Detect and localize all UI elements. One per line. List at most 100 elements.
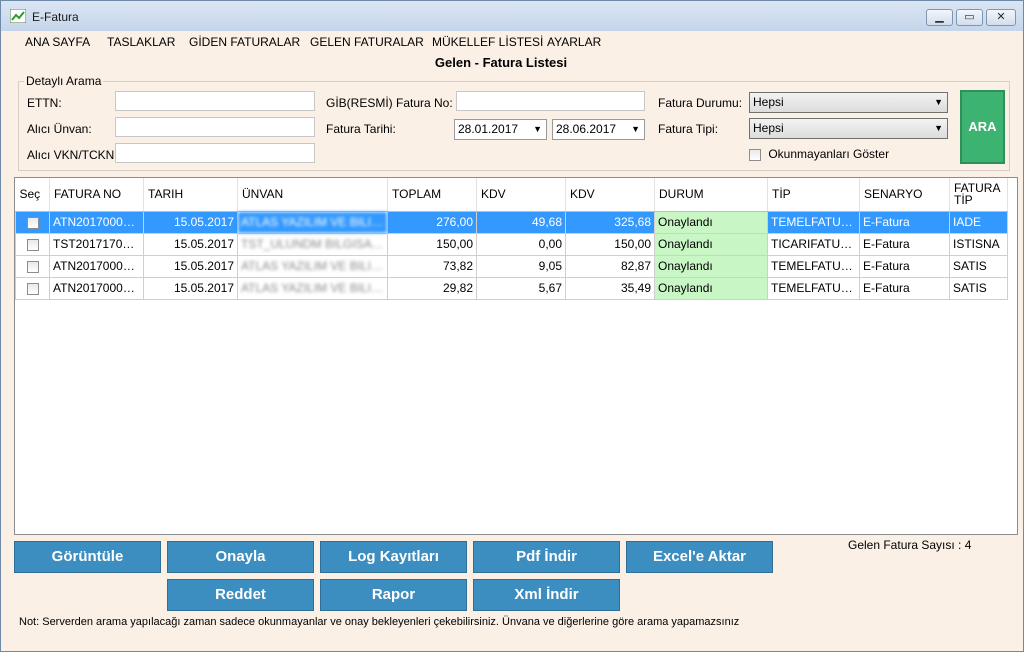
cell-senaryo: E-Fatura: [859, 254, 950, 278]
cell-toplam: 276,00: [387, 210, 477, 234]
date-to-picker[interactable]: 28.06.2017 ▼: [552, 119, 645, 140]
col-header-unvan[interactable]: ÜNVAN: [237, 178, 388, 212]
cell-kdv-total: 150,00: [565, 232, 655, 256]
alici-vkn-label: Alıcı VKN/TCKN:: [27, 148, 118, 162]
cell-toplam: 150,00: [387, 232, 477, 256]
alici-unvan-label: Alıcı Ünvan:: [27, 122, 92, 136]
fatura-tipi-select[interactable]: Hepsi ▼: [749, 118, 948, 139]
table-row[interactable]: ATN201700000... 15.05.2017 ATLAS YAZILIM…: [15, 276, 1008, 300]
menu-ayarlar[interactable]: AYARLAR: [547, 35, 601, 49]
row-checkbox[interactable]: [26, 282, 39, 295]
reddet-button[interactable]: Reddet: [167, 579, 314, 611]
restore-button[interactable]: ▭: [956, 9, 983, 26]
chevron-down-icon: ▼: [934, 123, 943, 133]
row-select-cell[interactable]: [15, 232, 50, 256]
xml-indir-button[interactable]: Xml İndir: [473, 579, 620, 611]
log-kayitlari-button[interactable]: Log Kayıtları: [320, 541, 467, 573]
fatura-durumu-value: Hepsi: [753, 95, 784, 109]
cell-durum: Onaylandı: [654, 232, 768, 256]
cell-unvan: ATLAS YAZILIM VE BILISIM: [237, 210, 388, 234]
cell-tip: TEMELFATURA: [767, 254, 860, 278]
col-header-senaryo[interactable]: SENARYO: [859, 178, 950, 212]
gib-fatura-no-label: GİB(RESMİ) Fatura No:: [326, 96, 453, 110]
fatura-durumu-select[interactable]: Hepsi ▼: [749, 92, 948, 113]
cell-senaryo: E-Fatura: [859, 210, 950, 234]
cell-senaryo: E-Fatura: [859, 276, 950, 300]
menu-gelen-faturalar[interactable]: GELEN FATURALAR: [310, 35, 424, 49]
cell-fatura-no: ATN201700000...: [49, 210, 144, 234]
col-header-kdv[interactable]: KDV: [476, 178, 566, 212]
cell-kdv-total: 82,87: [565, 254, 655, 278]
date-to-value: 28.06.2017: [556, 122, 617, 136]
row-select-cell[interactable]: [15, 210, 50, 234]
cell-tip: TEMELFATURA: [767, 210, 860, 234]
cell-kdv: 9,05: [476, 254, 566, 278]
col-header-sec[interactable]: Seç: [15, 178, 50, 212]
unread-only-checkbox-row[interactable]: Okunmayanları Göster: [749, 147, 889, 161]
pdf-indir-button[interactable]: Pdf İndir: [473, 541, 620, 573]
col-header-kdv-total[interactable]: KDV: [565, 178, 655, 212]
gib-fatura-no-input[interactable]: [456, 91, 645, 111]
cell-fatura-tip: SATIS: [949, 276, 1008, 300]
row-select-cell[interactable]: [15, 276, 50, 300]
alici-vkn-input[interactable]: [115, 143, 315, 163]
page-title: Gelen - Fatura Listesi: [434, 55, 568, 70]
col-header-toplam[interactable]: TOPLAM: [387, 178, 477, 212]
onayla-button[interactable]: Onayla: [167, 541, 314, 573]
fatura-tipi-label: Fatura Tipi:: [658, 122, 719, 136]
fatura-tarihi-label: Fatura Tarihi:: [326, 122, 396, 136]
close-button[interactable]: ✕: [986, 9, 1016, 26]
row-select-cell[interactable]: [15, 254, 50, 278]
col-header-fatura-no[interactable]: FATURA NO: [49, 178, 144, 212]
rapor-button[interactable]: Rapor: [320, 579, 467, 611]
alici-unvan-input[interactable]: [115, 117, 315, 137]
table-row[interactable]: ATN201700000... 15.05.2017 ATLAS YAZILIM…: [15, 254, 1008, 278]
row-checkbox[interactable]: [26, 260, 39, 273]
menu-giden-faturalar[interactable]: GİDEN FATURALAR: [189, 35, 300, 49]
cell-tip: TEMELFATURA: [767, 276, 860, 300]
cell-kdv-total: 325,68: [565, 210, 655, 234]
col-header-durum[interactable]: DURUM: [654, 178, 768, 212]
cell-unvan: ATLAS YAZILIM VE BILISIM: [237, 276, 388, 300]
fatura-durumu-label: Fatura Durumu:: [658, 96, 743, 110]
search-button[interactable]: ARA: [960, 90, 1005, 164]
excel-aktar-button[interactable]: Excel'e Aktar: [626, 541, 773, 573]
unread-only-checkbox[interactable]: [749, 148, 761, 161]
cell-durum: Onaylandı: [654, 210, 768, 234]
fatura-tipi-value: Hepsi: [753, 121, 784, 135]
menu-bar: ANA SAYFA TASLAKLAR GİDEN FATURALAR GELE…: [1, 31, 1023, 53]
table-row[interactable]: ATN201700000... 15.05.2017 ATLAS YAZILIM…: [15, 210, 1008, 234]
invoice-count-label: Gelen Fatura Sayısı : 4: [848, 538, 972, 552]
cell-tarih: 15.05.2017: [143, 254, 238, 278]
cell-unvan: TST_ULUNDM BILGISAYA...: [237, 232, 388, 256]
row-checkbox[interactable]: [26, 238, 39, 251]
window-title: E-Fatura: [32, 10, 79, 24]
unread-only-label: Okunmayanları Göster: [768, 147, 890, 161]
col-header-tarih[interactable]: TARIH: [143, 178, 238, 212]
cell-fatura-no: ATN201700000...: [49, 276, 144, 300]
ettn-input[interactable]: [115, 91, 315, 111]
cell-fatura-tip: SATIS: [949, 254, 1008, 278]
cell-kdv: 5,67: [476, 276, 566, 300]
row-checkbox[interactable]: [26, 216, 39, 229]
cell-toplam: 29,82: [387, 276, 477, 300]
cell-durum: Onaylandı: [654, 276, 768, 300]
main-window: E-Fatura ▁ ▭ ✕ ANA SAYFA TASLAKLAR GİDEN…: [0, 0, 1024, 652]
table-header-row: Seç FATURA NO TARIH ÜNVAN TOPLAM KDV KDV…: [15, 178, 1008, 212]
goruntule-button[interactable]: Görüntüle: [14, 541, 161, 573]
cell-kdv-total: 35,49: [565, 276, 655, 300]
date-from-value: 28.01.2017: [458, 122, 519, 136]
table-row[interactable]: TST2017170001... 15.05.2017 TST_ULUNDM B…: [15, 232, 1008, 256]
date-from-picker[interactable]: 28.01.2017 ▼: [454, 119, 547, 140]
minimize-button[interactable]: ▁: [926, 9, 953, 26]
menu-ana-sayfa[interactable]: ANA SAYFA: [25, 35, 90, 49]
col-header-fatura-tip[interactable]: FATURA TİP: [949, 178, 1008, 212]
cell-tarih: 15.05.2017: [143, 232, 238, 256]
cell-unvan: ATLAS YAZILIM VE BILISIM: [237, 254, 388, 278]
info-note: Not: Serverden arama yapılacağı zaman sa…: [19, 616, 740, 628]
title-bar[interactable]: E-Fatura ▁ ▭ ✕: [1, 1, 1023, 31]
menu-taslaklar[interactable]: TASLAKLAR: [107, 35, 175, 49]
menu-mukellef-listesi[interactable]: MÜKELLEF LİSTESİ: [432, 35, 543, 49]
col-header-tip[interactable]: TİP: [767, 178, 860, 212]
search-legend: Detaylı Arama: [26, 74, 102, 88]
